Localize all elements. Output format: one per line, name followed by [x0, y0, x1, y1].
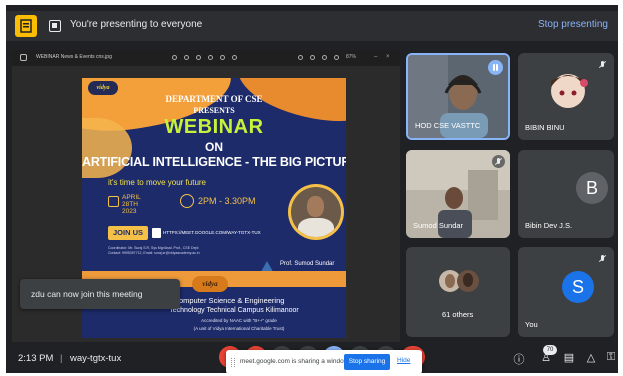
avatar: S — [562, 271, 594, 303]
image-viewer-toolbar: WEBINAR News & Events cns.jpg 87% – × — [12, 50, 400, 66]
viewer-tool-icon[interactable] — [196, 55, 201, 60]
poster-bottom-logo: vidya — [192, 276, 228, 292]
speaker-photo — [291, 187, 341, 237]
viewer-tool-icon[interactable] — [208, 55, 213, 60]
meeting-clock: 2:13 PM — [18, 353, 54, 364]
window-sharing-banner: meet.google.com is sharing a window. Sto… — [226, 350, 422, 373]
drag-handle-icon[interactable] — [231, 358, 235, 367]
hide-banner-link[interactable]: Hide — [397, 357, 410, 364]
poster-join-label: JOIN US — [108, 226, 148, 240]
meeting-code: way-tgtx-tux — [70, 353, 122, 364]
viewer-tool-icon[interactable] — [334, 55, 339, 60]
viewer-tool-icon[interactable] — [172, 55, 177, 60]
poster-webinar-heading: WEBINAR — [164, 116, 264, 138]
minimize-icon[interactable]: – — [374, 54, 377, 60]
separator: | — [60, 353, 63, 364]
mic-off-icon — [492, 155, 505, 168]
college-logo: vidya — [88, 81, 118, 95]
mic-off-icon — [596, 58, 609, 71]
poster-title: ARTIFICIAL INTELLIGENCE - THE BIG PICTUR… — [82, 155, 346, 169]
poster-meet-url: HTTPS://MEET.GOOGLE.COM/WAY-TGTX-TUX — [163, 230, 261, 235]
participant-tile-bibin-binu[interactable]: BIBIN BINU — [518, 53, 614, 140]
poster-presents: PRESENTS — [193, 106, 235, 115]
participant-tile-hod-cse-vasttc[interactable]: HOD CSE VASTTC — [406, 53, 510, 140]
meeting-info-icon[interactable]: ⓘ — [512, 351, 526, 367]
image-file-icon — [20, 54, 27, 61]
host-controls-icon[interactable]: ⚿ — [604, 351, 618, 364]
join-notification-toast: zdu can now join this meeting — [20, 279, 180, 309]
clock-icon — [180, 194, 194, 208]
meet-window: You're presenting to everyone Stop prese… — [6, 5, 618, 373]
viewer-tool-icon[interactable] — [232, 55, 237, 60]
poster-tagline: it's time to move your future — [108, 178, 207, 187]
viewer-tool-icon[interactable] — [298, 55, 303, 60]
meet-link-icon — [152, 228, 161, 238]
toast-message: zdu can now join this meeting — [31, 289, 143, 299]
participant-name: HOD CSE VASTTC — [415, 121, 481, 130]
poster-on: ON — [205, 140, 223, 154]
participant-name: 61 others — [442, 310, 474, 319]
participant-name: Sumod Sundar — [413, 221, 464, 230]
chat-icon[interactable]: ▤ — [562, 351, 576, 364]
poster-speaker-name: Prof. Sumod Sundar — [280, 261, 335, 267]
stop-sharing-button[interactable]: Stop sharing — [344, 354, 390, 370]
poster-time: 2PM - 3.30PM — [198, 196, 256, 206]
calendar-check-icon — [108, 196, 119, 207]
participant-name: Bibin Dev J.S. — [525, 221, 573, 230]
speaker-face — [307, 196, 324, 217]
meeting-controls-bar: 2:13 PM | way-tgtx-tux meet.google.com i… — [6, 343, 618, 373]
poster-date: APRIL 28TH 2023 — [122, 194, 141, 215]
viewer-file-name: WEBINAR News & Events cns.jpg — [36, 54, 112, 60]
stop-presenting-button[interactable]: Stop presenting — [538, 19, 608, 30]
viewer-tool-icon[interactable] — [220, 55, 225, 60]
people-icon[interactable]: ♙ — [539, 351, 553, 364]
poster-department: DEPARTMENT OF CSE — [165, 94, 263, 104]
close-icon[interactable]: × — [386, 54, 390, 60]
speaking-indicator-icon — [488, 60, 503, 75]
mic-off-icon — [596, 252, 609, 265]
poster-footer-line: (A unit of Vidya International Charitabl… — [193, 326, 285, 331]
participant-tile-sumod-sundar[interactable]: Sumod Sundar — [406, 150, 510, 238]
others-avatars — [439, 270, 479, 292]
zoom-level: 87% — [346, 54, 357, 60]
participant-name: You — [525, 320, 538, 329]
presenting-status-text: You're presenting to everyone — [70, 19, 203, 30]
viewer-tool-icon[interactable] — [310, 55, 315, 60]
activities-icon[interactable]: △ — [584, 351, 598, 364]
participant-tile-you[interactable]: S You — [518, 247, 614, 337]
sharing-message: meet.google.com is sharing a window. — [240, 358, 350, 365]
poster-coordinator: Coordinator: Mr. Suraj S.R, Sys Mgr/Asst… — [108, 246, 258, 256]
participant-tile-bibin-dev[interactable]: B Bibin Dev J.S. — [518, 150, 614, 238]
presenting-bar: You're presenting to everyone Stop prese… — [6, 11, 618, 41]
speaker-shirt — [298, 218, 334, 237]
poster-footer-line: Accredited by NAAC with "B++" grade — [201, 318, 277, 323]
presenting-icon — [15, 15, 37, 37]
poster-contact-line: Contact: 9995397712, Email: suraj.sr@vid… — [108, 251, 200, 255]
participant-tile-others[interactable]: 61 others — [406, 247, 510, 337]
viewer-tool-icon[interactable] — [322, 55, 327, 60]
viewer-tool-icon[interactable] — [184, 55, 189, 60]
participant-name: BIBIN BINU — [525, 123, 565, 132]
avatar: B — [576, 172, 608, 204]
present-screen-icon — [49, 20, 61, 32]
